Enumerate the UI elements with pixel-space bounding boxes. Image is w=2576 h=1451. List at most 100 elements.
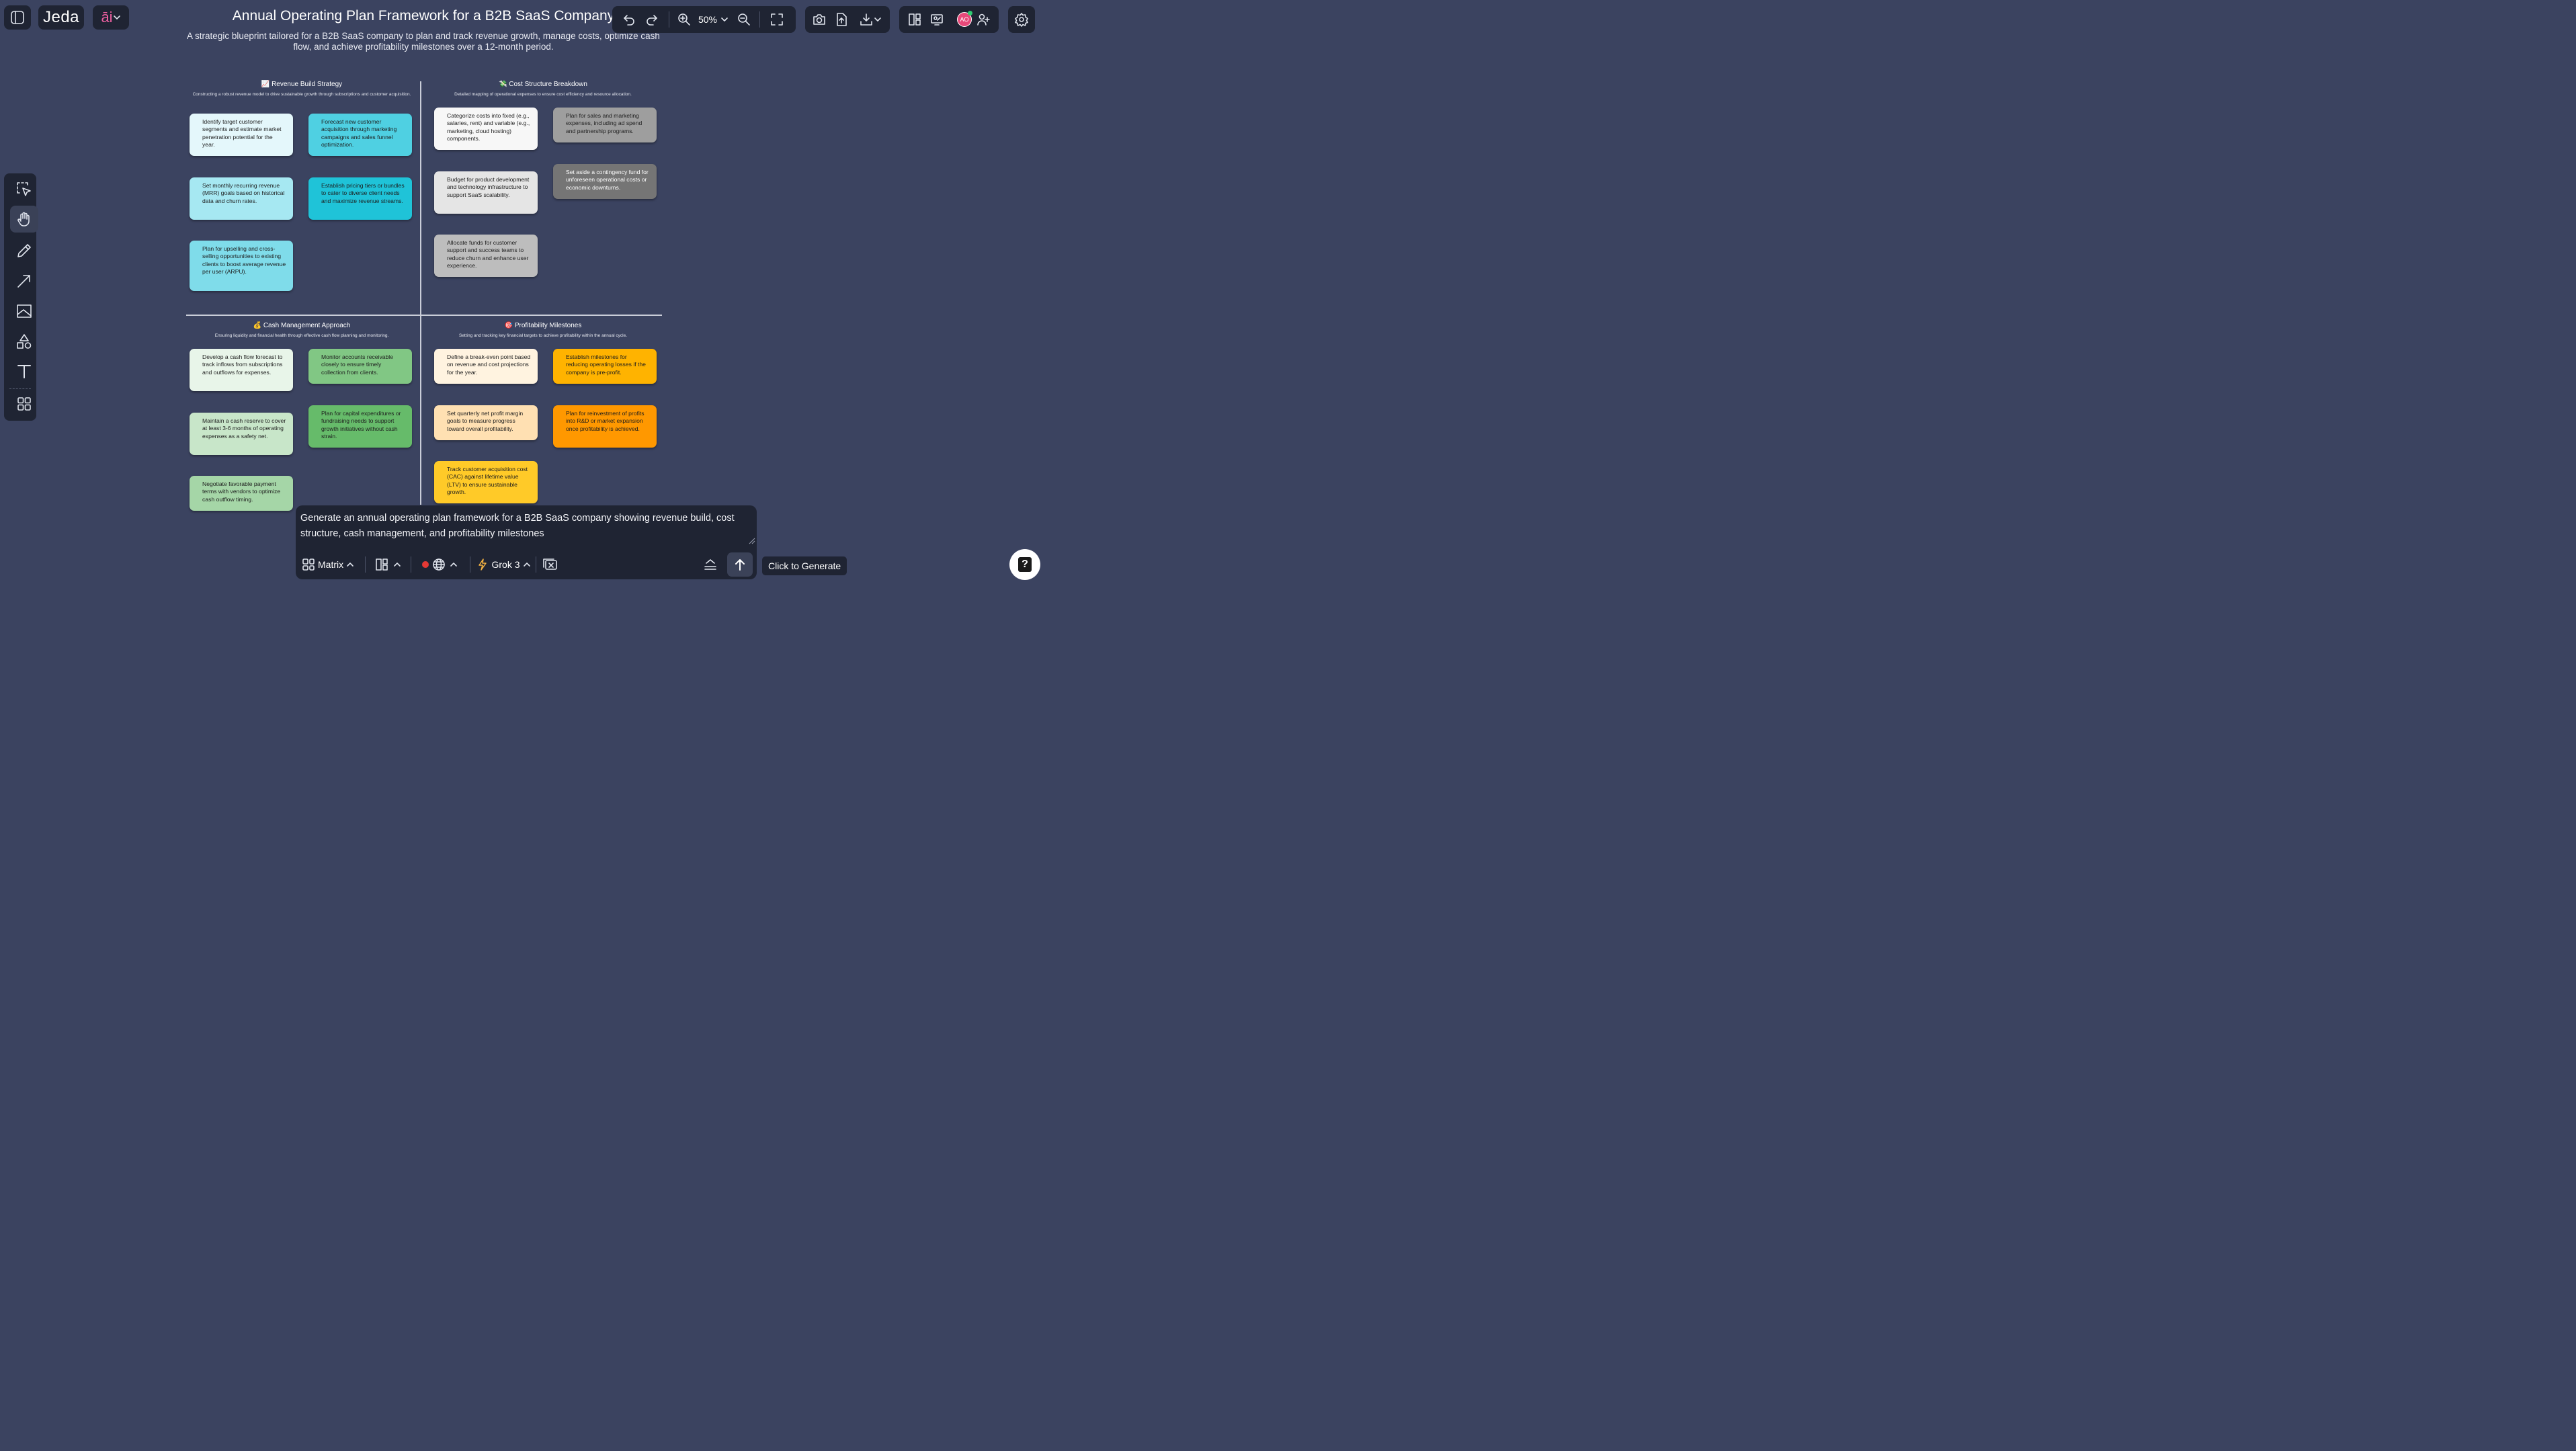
sticky-note[interactable]: Set quarterly net profit margin goals to…	[434, 405, 538, 440]
recording-dot-icon	[422, 561, 429, 568]
upload-button[interactable]	[833, 11, 850, 28]
pen-tool-button[interactable]	[10, 237, 38, 264]
chevron-up-icon	[523, 563, 530, 567]
sticky-note[interactable]: Define a break-even point based on reven…	[434, 349, 538, 384]
text-tool-button[interactable]	[10, 358, 38, 384]
layout-type-select[interactable]: Matrix	[301, 556, 358, 573]
fullscreen-icon	[771, 13, 783, 26]
add-user-icon	[977, 13, 990, 26]
select-tool-button[interactable]	[10, 176, 38, 203]
invite-user-button[interactable]	[974, 11, 992, 28]
sticky-note[interactable]: Plan for capital expenditures or fundrai…	[308, 405, 412, 448]
upload-file-icon	[837, 13, 847, 26]
sticky-note[interactable]: Identify target customer segments and es…	[190, 114, 293, 156]
sticky-note[interactable]: Budget for product development and techn…	[434, 171, 538, 214]
pencil-icon	[17, 244, 31, 257]
arrow-up-icon	[735, 559, 745, 571]
components-tool-button[interactable]	[10, 390, 38, 417]
prompt-panel: Generate an annual operating plan framew…	[296, 505, 757, 579]
arrow-icon	[17, 275, 30, 288]
screenshot-button[interactable]	[811, 11, 828, 28]
shapes-tool-button[interactable]	[10, 328, 38, 355]
quadrant-title: 💸 Cost Structure Breakdown	[499, 81, 587, 88]
arrow-tool-button[interactable]	[10, 267, 38, 294]
collaboration-toolbar: AO	[899, 6, 999, 33]
divider	[759, 11, 760, 28]
zoom-out-button[interactable]	[735, 11, 753, 28]
quadrant-title: 📈 Revenue Build Strategy	[261, 81, 343, 88]
resize-handle-icon[interactable]	[749, 538, 755, 544]
undo-icon	[624, 15, 634, 26]
zoom-in-button[interactable]	[675, 11, 693, 28]
collapse-up-icon	[704, 559, 716, 570]
help-button[interactable]: ?	[1009, 549, 1040, 580]
sticky-note[interactable]: Track customer acquisition cost (CAC) ag…	[434, 461, 538, 503]
download-menu-button[interactable]	[856, 11, 885, 28]
image-tool-button[interactable]	[10, 298, 38, 325]
presentation-icon	[931, 14, 943, 26]
chevron-up-icon	[393, 563, 401, 567]
prompt-input[interactable]: Generate an annual operating plan framew…	[300, 511, 744, 546]
chat-clear-icon	[543, 558, 557, 570]
chevron-down-icon	[721, 17, 728, 22]
layout-icon	[375, 558, 388, 571]
user-avatar[interactable]: AO	[956, 11, 973, 28]
hand-tool-button[interactable]	[10, 206, 38, 233]
present-button[interactable]	[928, 11, 946, 28]
sticky-note[interactable]: Develop a cash flow forecast to track in…	[190, 349, 293, 391]
text-icon	[17, 365, 31, 378]
matrix-vertical-axis	[420, 81, 421, 505]
selection-icon	[17, 182, 31, 196]
sticky-note[interactable]: Set monthly recurring revenue (MRR) goal…	[190, 177, 293, 220]
sticky-note[interactable]: Allocate funds for customer support and …	[434, 235, 538, 277]
layout-view-button[interactable]	[906, 11, 923, 28]
sticky-note[interactable]: Plan for reinvestment of profits into R&…	[553, 405, 657, 448]
sticky-note[interactable]: Negotiate favorable payment terms with v…	[190, 476, 293, 511]
quadrant-subtitle: Setting and tracking key financial targe…	[458, 333, 628, 338]
chevron-down-icon	[874, 17, 881, 22]
sticky-note[interactable]: Plan for sales and marketing expenses, i…	[553, 108, 657, 142]
camera-icon	[813, 14, 825, 25]
quadrant-subtitle: Ensuring liquidity and financial health …	[214, 333, 389, 338]
quadrant-subtitle: Constructing a robust revenue model to d…	[192, 92, 411, 97]
format-select[interactable]	[372, 556, 403, 573]
shapes-icon	[17, 334, 32, 349]
collapse-button[interactable]	[702, 556, 719, 573]
divider	[9, 388, 31, 389]
image-icon	[17, 304, 32, 318]
fullscreen-button[interactable]	[768, 11, 786, 28]
zoom-level-select[interactable]: 50%	[697, 11, 731, 28]
quadrant-title: 🎯 Profitability Milestones	[504, 322, 582, 329]
sticky-note[interactable]: Categorize costs into fixed (e.g., salar…	[434, 108, 538, 150]
redo-button[interactable]	[643, 11, 661, 28]
matrix-icon	[302, 558, 315, 571]
quadrant-subtitle: Detailed mapping of operational expenses…	[454, 92, 632, 97]
download-icon	[860, 13, 872, 26]
sticky-note[interactable]: Monitor accounts receivable closely to e…	[308, 349, 412, 384]
sticky-note[interactable]: Establish pricing tiers or bundles to ca…	[308, 177, 412, 220]
zoom-in-icon	[678, 13, 690, 26]
chevron-up-icon	[347, 563, 354, 567]
sticky-note[interactable]: Maintain a cash reserve to cover at leas…	[190, 413, 293, 455]
clear-chat-button[interactable]	[542, 556, 559, 573]
chevron-up-icon	[450, 563, 457, 567]
undo-button[interactable]	[620, 11, 638, 28]
layout-type-label: Matrix	[318, 559, 344, 570]
edit-zoom-toolbar: 50%	[612, 6, 796, 33]
web-search-select[interactable]	[419, 556, 461, 573]
online-status-dot	[968, 11, 972, 15]
sticky-note[interactable]: Set aside a contingency fund for unfores…	[553, 164, 657, 199]
sticky-note[interactable]: Establish milestones for reducing operat…	[553, 349, 657, 384]
zoom-level: 50%	[698, 14, 718, 25]
generate-button[interactable]	[727, 552, 753, 577]
model-label: Grok 3	[491, 559, 520, 570]
sticky-note[interactable]: Forecast new customer acquisition throug…	[308, 114, 412, 156]
model-select[interactable]: Grok 3	[477, 556, 532, 573]
hand-icon	[17, 212, 30, 226]
sticky-note[interactable]: Plan for upselling and cross-selling opp…	[190, 241, 293, 291]
grid-icon	[17, 397, 31, 411]
help-icon: ?	[1018, 557, 1032, 572]
matrix-horizontal-axis	[186, 315, 662, 316]
export-toolbar	[805, 6, 890, 33]
settings-button[interactable]	[1008, 6, 1035, 33]
